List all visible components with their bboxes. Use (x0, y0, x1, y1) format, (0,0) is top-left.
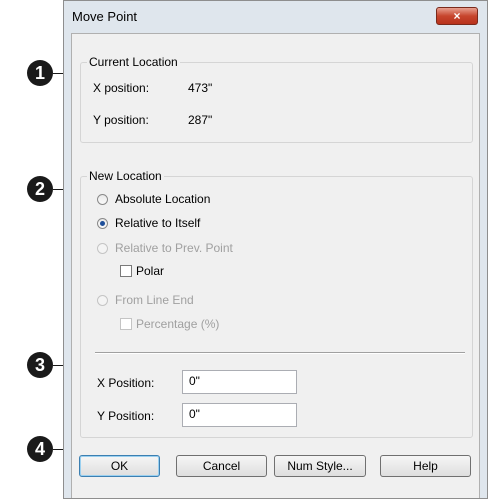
new-location-legend: New Location (87, 169, 164, 183)
relative-to-itself-radio[interactable] (97, 218, 108, 229)
current-y-label: Y position: (93, 113, 149, 127)
cancel-button[interactable]: Cancel (176, 455, 267, 477)
x-position-label: X Position: (97, 376, 155, 390)
close-icon: × (453, 9, 461, 23)
from-line-end-radio[interactable] (97, 295, 108, 306)
callout-4: 4 (27, 436, 53, 462)
polar-checkbox[interactable] (120, 265, 132, 277)
close-button[interactable]: × (436, 7, 478, 25)
relative-to-prev-point-label[interactable]: Relative to Prev. Point (115, 241, 233, 255)
relative-to-itself-label[interactable]: Relative to Itself (115, 216, 200, 230)
help-button[interactable]: Help (380, 455, 471, 477)
callout-3: 3 (27, 352, 53, 378)
percentage-checkbox[interactable] (120, 318, 132, 330)
num-style-button[interactable]: Num Style... (274, 455, 366, 477)
y-position-input[interactable]: 0" (182, 403, 297, 427)
polar-label[interactable]: Polar (136, 264, 164, 278)
current-location-legend: Current Location (87, 55, 180, 69)
dialog-title: Move Point (72, 9, 138, 24)
current-location-group: Current Location (80, 55, 473, 143)
current-x-value: 473" (188, 81, 213, 95)
y-position-label: Y Position: (97, 409, 155, 423)
absolute-location-radio[interactable] (97, 194, 108, 205)
percentage-label[interactable]: Percentage (%) (136, 317, 219, 331)
absolute-location-label[interactable]: Absolute Location (115, 192, 210, 206)
group-separator (95, 352, 465, 354)
ok-button[interactable]: OK (79, 455, 160, 477)
from-line-end-label[interactable]: From Line End (115, 293, 194, 307)
x-position-input[interactable]: 0" (182, 370, 297, 394)
callout-2: 2 (27, 176, 53, 202)
relative-to-prev-point-radio[interactable] (97, 243, 108, 254)
current-y-value: 287" (188, 113, 213, 127)
current-x-label: X position: (93, 81, 150, 95)
callout-1: 1 (27, 60, 53, 86)
